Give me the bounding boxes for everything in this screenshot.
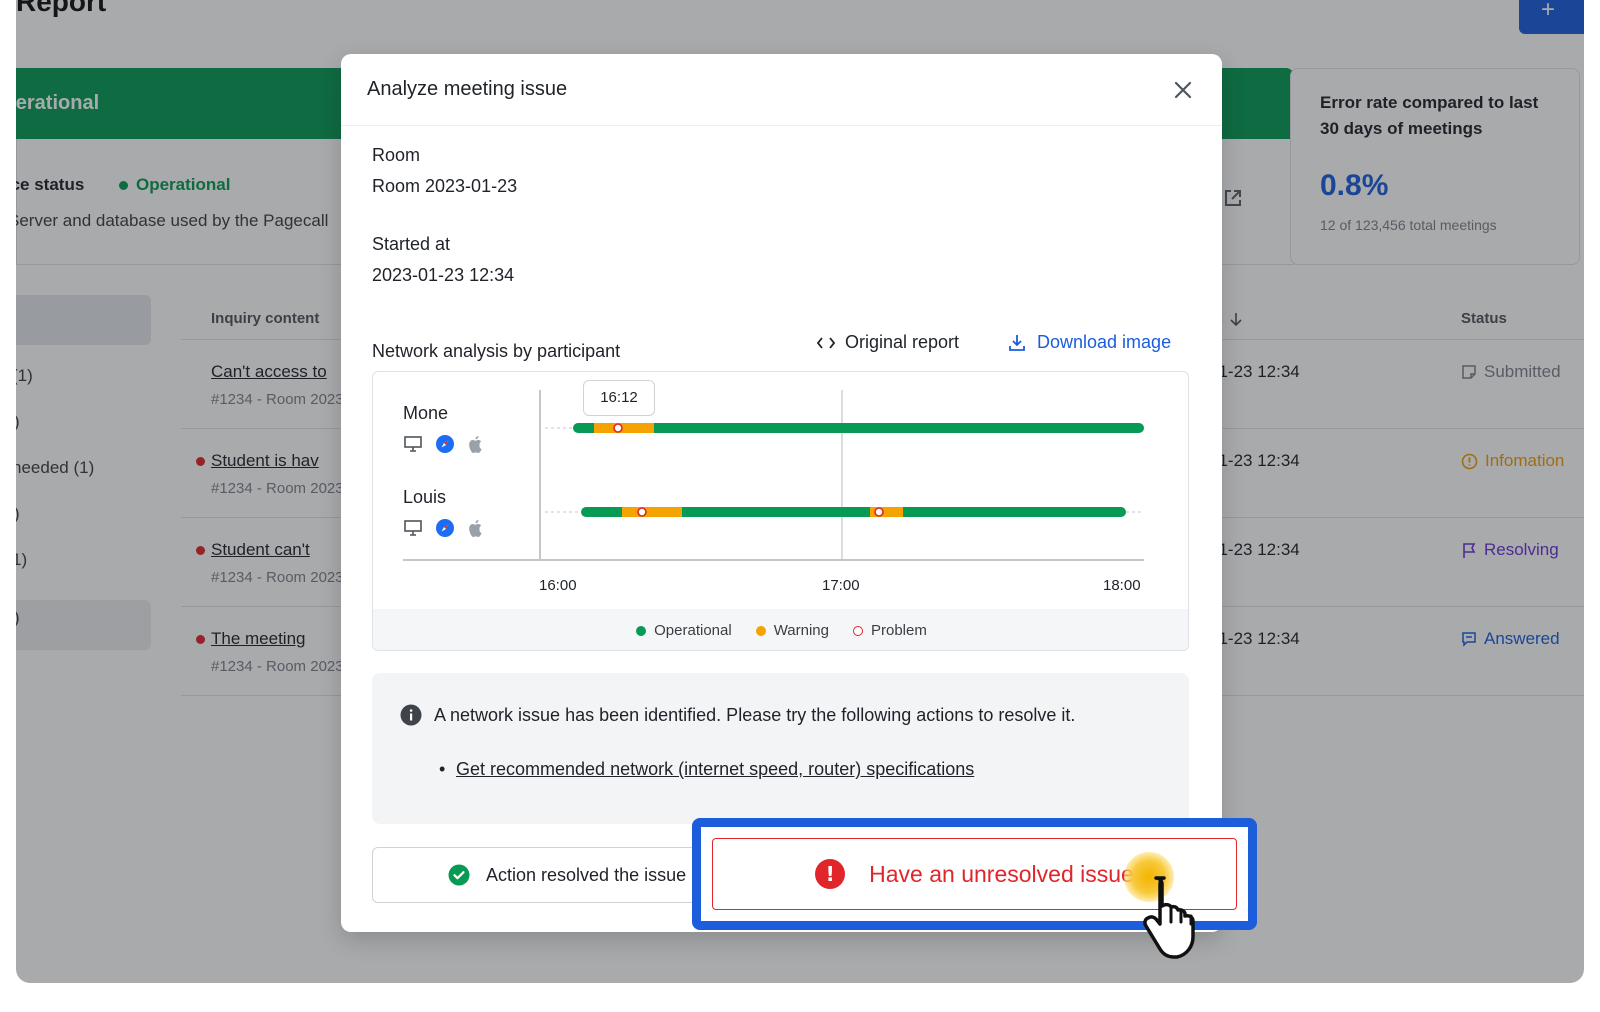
network-analysis-title: Network analysis by participant xyxy=(372,341,621,361)
started-at-value: 2023-01-23 12:34 xyxy=(372,265,515,285)
room-value: Room 2023-01-23 xyxy=(372,176,518,196)
modal-header: Analyze meeting issue xyxy=(341,54,1222,126)
safari-icon xyxy=(436,435,454,453)
code-icon xyxy=(817,336,835,349)
problem-marker[interactable] xyxy=(637,507,647,517)
axis-tick-label: 17:00 xyxy=(822,577,860,594)
apple-icon xyxy=(469,436,482,454)
legend-label: Operational xyxy=(654,622,732,639)
legend-problem: Problem xyxy=(853,622,927,639)
notice-text: A network issue has been identified. Ple… xyxy=(434,705,1076,725)
time-tooltip: 16:12 xyxy=(583,380,655,416)
timeline-bar-warning xyxy=(622,507,682,517)
problem-marker[interactable] xyxy=(874,507,884,517)
download-image-button[interactable]: Download image xyxy=(1007,332,1171,353)
legend-label: Problem xyxy=(871,622,927,639)
problem-marker[interactable] xyxy=(613,423,623,433)
network-issue-notice: A network issue has been identified. Ple… xyxy=(372,673,1189,824)
desktop-icon xyxy=(404,520,422,536)
analyze-meeting-modal: Analyze meeting issue Room Room 2023-01-… xyxy=(341,54,1222,932)
legend-dot-problem xyxy=(853,625,863,636)
legend-label: Warning xyxy=(773,622,829,639)
safari-icon xyxy=(436,519,454,537)
chart-legend: Operational Warning Problem xyxy=(373,609,1188,650)
apple-icon xyxy=(469,520,482,538)
started-at-label: Started at xyxy=(372,234,451,254)
timeline-svg xyxy=(403,390,1144,561)
recommended-network-link[interactable]: Get recommended network (internet speed,… xyxy=(456,759,974,780)
check-circle-icon xyxy=(448,864,470,886)
network-analysis-chart: 16:12 Mone Louis 16:00 17:00 18:00 Opera… xyxy=(372,371,1189,651)
download-icon xyxy=(1009,334,1025,351)
close-icon[interactable] xyxy=(1169,76,1197,104)
participant-name: Mone xyxy=(403,403,449,423)
info-icon xyxy=(400,704,422,726)
axis-tick-label: 16:00 xyxy=(539,577,577,594)
alert-icon: ! xyxy=(815,859,846,889)
axis-tick-label: 18:00 xyxy=(1103,577,1141,594)
legend-dot-operational xyxy=(636,625,647,636)
legend-warning: Warning xyxy=(755,622,829,639)
legend-dot-warning xyxy=(755,625,766,636)
download-image-label: Download image xyxy=(1037,332,1172,352)
participant-name: Louis xyxy=(403,487,447,507)
timeline-bar-warning xyxy=(594,423,654,433)
room-label: Room xyxy=(372,145,421,165)
legend-operational: Operational xyxy=(636,622,732,639)
original-report-button[interactable]: Original report xyxy=(817,332,959,353)
participant-device-icons xyxy=(403,518,485,538)
action-resolved-label: Action resolved the issue xyxy=(486,864,687,885)
unresolved-issue-label: Have an unresolved issue xyxy=(869,860,1134,887)
hand-cursor-icon xyxy=(1143,876,1195,959)
participant-device-icons xyxy=(403,434,485,454)
bullet: • xyxy=(439,759,446,779)
modal-title: Analyze meeting issue xyxy=(367,78,568,100)
desktop-icon xyxy=(404,436,422,452)
original-report-label: Original report xyxy=(845,332,960,352)
